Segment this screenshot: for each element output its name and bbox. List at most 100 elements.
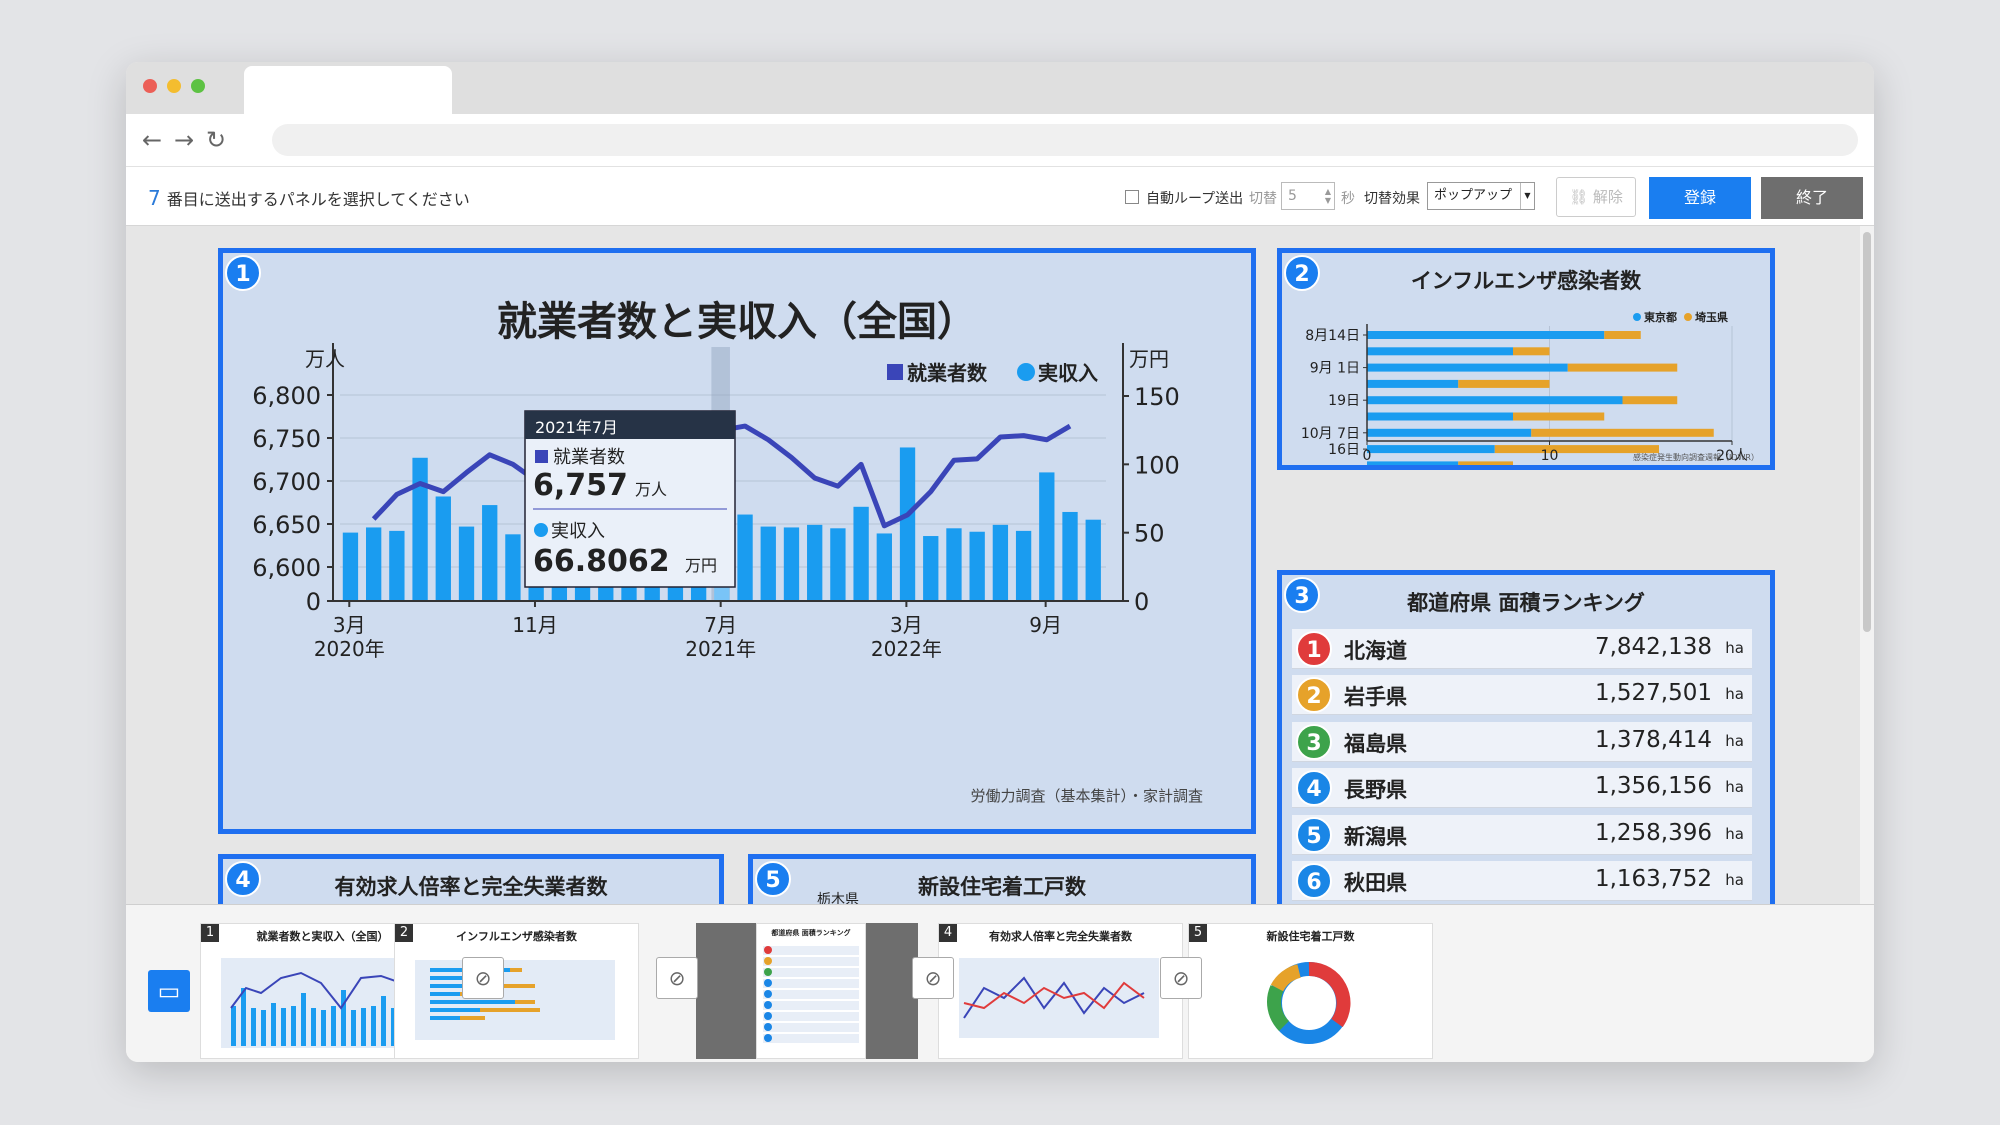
thumb-title: 有効求人倍率と完全失業者数 bbox=[989, 930, 1132, 943]
chart-source: 労働力調査（基本集計）・家計調査 bbox=[970, 787, 1203, 805]
saitama-bar bbox=[1531, 428, 1714, 437]
employment-income-chart: 06,6006,6506,7006,7506,8000501001503月202… bbox=[252, 343, 1180, 661]
chart-tooltip: 2021年7月 就業者数 6,757 万人 実収入 66.8062 万円 bbox=[524, 410, 736, 588]
rank-badge: 5 bbox=[1296, 816, 1332, 853]
tokyo-bar bbox=[1367, 379, 1459, 388]
tokyo-bar bbox=[1367, 461, 1459, 465]
employed-bar bbox=[853, 506, 869, 601]
effect-value: ポップアップ bbox=[1434, 188, 1513, 203]
tokyo-bar bbox=[1367, 445, 1495, 454]
y-left-tick-label: 6,600 bbox=[252, 554, 321, 582]
thumb-chart bbox=[959, 958, 1159, 1038]
ranking-row: 2 岩手県 1,527,501 ha bbox=[1292, 675, 1752, 716]
area-unit: ha bbox=[1725, 824, 1744, 843]
area-unit: ha bbox=[1725, 639, 1744, 657]
prefecture-name: 新潟県 bbox=[1344, 824, 1407, 849]
interval-value: 5 bbox=[1288, 188, 1297, 204]
area-value: 1,163,752 bbox=[1594, 866, 1712, 892]
effect-select[interactable]: ポップアップ ▼ bbox=[1427, 182, 1535, 210]
scrollbar-thumb[interactable] bbox=[1863, 232, 1871, 632]
vertical-scrollbar[interactable] bbox=[1860, 226, 1874, 904]
saitama-bar bbox=[1567, 363, 1678, 372]
ranking-row: 6 秋田県 1,163,752 ha bbox=[1292, 861, 1752, 901]
employed-bar bbox=[389, 530, 405, 601]
browser-tab[interactable] bbox=[244, 66, 452, 114]
tooltip-employed-unit: 万人 bbox=[635, 480, 667, 499]
no-transition-icon[interactable]: ⊘ bbox=[912, 957, 954, 999]
back-arrow-icon[interactable]: ← bbox=[138, 126, 166, 154]
legend-tokyo-swatch bbox=[1633, 313, 1641, 321]
register-button[interactable]: 登録 bbox=[1649, 177, 1751, 219]
employed-bar bbox=[412, 457, 428, 601]
thumb-2[interactable]: 2 インフルエンザ感染者数 bbox=[394, 923, 639, 1059]
thumb-chart bbox=[415, 960, 615, 1040]
interval-label: 切替 bbox=[1249, 191, 1277, 207]
panel-housing-starts[interactable]: 5 栃木県 新設住宅着工戸数 bbox=[748, 854, 1256, 904]
y-left-tick-label: 6,750 bbox=[252, 425, 321, 453]
browser-window: ← → ↻ 7 番目に送出するパネルを選択してください 自動ループ送出 切替 5 ▲… bbox=[126, 62, 1874, 1062]
area-unit: ha bbox=[1725, 685, 1744, 704]
thumb-4[interactable]: 4 有効求人倍率と完全失業者数 bbox=[938, 923, 1183, 1059]
y-tick-label: 8月14日 bbox=[1305, 328, 1360, 344]
panel-area-ranking[interactable]: 3 都道府県 面積ランキング 1 北海道 7,842,138 ha 2 岩手県 1,527,… bbox=[1277, 570, 1775, 904]
thumb-3[interactable]: 都道府県 面積ランキング bbox=[756, 923, 866, 1059]
employed-bar bbox=[992, 524, 1009, 601]
maximize-window-icon[interactable] bbox=[191, 79, 205, 93]
no-transition-icon[interactable]: ⊘ bbox=[656, 957, 698, 999]
tokyo-bar bbox=[1367, 331, 1605, 339]
rank-badge: 2 bbox=[1296, 677, 1332, 714]
saitama-bar bbox=[1604, 331, 1641, 339]
employed-bar bbox=[807, 524, 823, 601]
tray-toggle-icon[interactable]: ▭ bbox=[148, 970, 190, 1012]
employed-bar bbox=[737, 514, 753, 601]
ranking-row: 1 北海道 7,842,138 ha bbox=[1292, 629, 1752, 669]
prefecture-name: 岩手県 bbox=[1344, 685, 1407, 710]
thumb-5[interactable]: 5 新設住宅着工戸数 bbox=[1188, 923, 1433, 1059]
employed-bar bbox=[505, 534, 521, 601]
reload-icon[interactable]: ↻ bbox=[202, 126, 230, 154]
rank-badge: 6 bbox=[1296, 863, 1332, 899]
close-window-icon[interactable] bbox=[143, 79, 157, 93]
interval-stepper[interactable]: 5 ▲ ▼ bbox=[1281, 182, 1335, 210]
chevron-down-icon: ▼ bbox=[1520, 183, 1534, 209]
tokyo-bar bbox=[1367, 347, 1513, 356]
ranking-row: 3 福島県 1,378,414 ha bbox=[1292, 721, 1752, 762]
right-axis-unit: 万円 bbox=[1129, 347, 1169, 371]
address-bar[interactable] bbox=[272, 124, 1858, 156]
ranking-row: 5 新潟県 1,258,396 ha bbox=[1292, 814, 1752, 855]
exit-button[interactable]: 終了 bbox=[1761, 177, 1863, 219]
employed-bar bbox=[365, 527, 382, 601]
employed-bar bbox=[899, 447, 916, 601]
autoloop-checkbox[interactable] bbox=[1125, 190, 1139, 204]
next-panel-number: 7 bbox=[148, 186, 161, 210]
minimize-window-icon[interactable] bbox=[167, 79, 181, 93]
x-tick-year: 2021年 bbox=[685, 637, 756, 661]
employed-bar bbox=[923, 536, 939, 601]
panel-employment-income[interactable]: 1 就業者数と実収入（全国） 0 6,600 6,650 6,700 6,750 6,80… bbox=[218, 248, 1256, 834]
y-right-tick-label: 150 bbox=[1134, 383, 1180, 411]
thumb-gap bbox=[696, 923, 756, 1059]
area-value: 7,842,138 bbox=[1594, 634, 1712, 660]
saitama-bar bbox=[1458, 461, 1513, 465]
seconds-label: 秒 bbox=[1341, 191, 1355, 207]
employed-bar bbox=[876, 533, 892, 601]
panel-influenza[interactable]: 2 インフルエンザ感染者数 8月14日 9月 1日 19日 10月 7日 16日 0 10 2… bbox=[1277, 248, 1775, 470]
x-tick-label: 0 bbox=[1363, 448, 1372, 464]
x-tick-month: 11月 bbox=[512, 613, 557, 637]
x-tick-year: 2020年 bbox=[314, 637, 385, 661]
forward-arrow-icon[interactable]: → bbox=[170, 126, 198, 154]
employed-bar bbox=[760, 526, 776, 601]
employed-bar bbox=[1039, 472, 1055, 601]
y-left-tick-label: 6,800 bbox=[252, 382, 321, 410]
unlink-icon: ⛓ bbox=[1569, 188, 1593, 206]
no-transition-icon[interactable]: ⊘ bbox=[1160, 957, 1202, 999]
clear-button[interactable]: ⛓ 解除 bbox=[1556, 177, 1636, 217]
y-right-tick-label: 100 bbox=[1134, 451, 1180, 479]
thumb-title: 新設住宅着工戸数 bbox=[1266, 930, 1355, 943]
panel-job-ratio[interactable]: 4 有効求人倍率と完全失業者数 bbox=[218, 854, 724, 904]
panel-grid: 1 就業者数と実収入（全国） 0 6,600 6,650 6,700 6,750 6,80… bbox=[126, 226, 1874, 904]
no-transition-icon[interactable]: ⊘ bbox=[462, 957, 504, 999]
stepper-arrows-icon[interactable]: ▲ ▼ bbox=[1325, 187, 1331, 205]
thumb-chart bbox=[1267, 961, 1351, 1044]
legend-income: 実収入 bbox=[1038, 361, 1098, 385]
